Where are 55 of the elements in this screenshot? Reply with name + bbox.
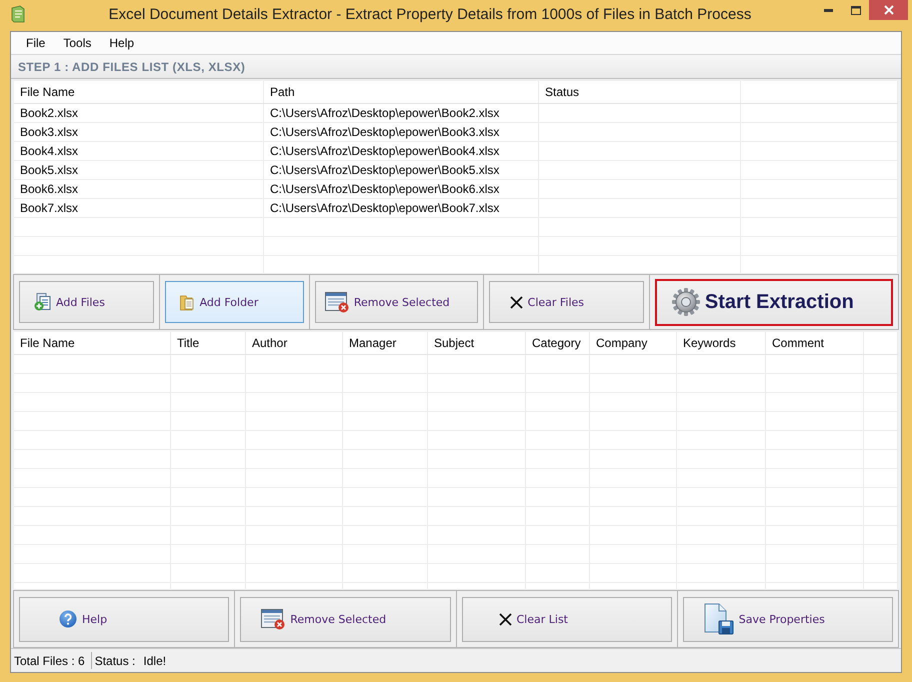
document-icon — [11, 5, 25, 23]
column-header[interactable]: Path — [264, 81, 539, 103]
column-header[interactable]: Company — [590, 332, 677, 354]
table-cell: Book5.xlsx — [14, 161, 264, 179]
status-value: Idle! — [142, 654, 166, 668]
status-label: Status : — [94, 654, 136, 668]
window-title: Excel Document Details Extractor - Extract Property Details from 1000s of Files in Batch Process — [108, 5, 752, 23]
table-cell: C:\Users\Afroz\Desktop\epower\Book7.xlsx — [264, 199, 539, 217]
cross-icon — [510, 296, 523, 308]
column-header[interactable]: Manager — [343, 332, 428, 354]
section-header: STEP 1 : ADD FILES LIST (XLS, XLSX) — [11, 55, 901, 79]
save-properties-button[interactable]: Save Properties — [682, 596, 893, 642]
help-icon — [59, 610, 77, 628]
folder-icon — [180, 294, 195, 310]
total-files-text: Total Files : 6 — [14, 654, 85, 668]
table-cell: Book3.xlsx — [14, 123, 264, 141]
column-header[interactable]: File Name — [14, 332, 171, 354]
column-header[interactable]: Subject — [428, 332, 526, 354]
table-cell: C:\Users\Afroz\Desktop\epower\Book5.xlsx — [264, 161, 539, 179]
table-cell: Book6.xlsx — [14, 180, 264, 198]
table-cell: Book2.xlsx — [14, 104, 264, 122]
table-cell: Book4.xlsx — [14, 142, 264, 160]
column-header[interactable]: Author — [246, 332, 343, 354]
table-cell: C:\Users\Afroz\Desktop\epower\Book2.xlsx — [264, 104, 539, 122]
add-files-button[interactable]: Add Files — [19, 281, 154, 323]
table-cell: C:\Users\Afroz\Desktop\epower\Book6.xlsx — [264, 180, 539, 198]
gear-icon — [672, 288, 700, 316]
clear-button[interactable]: Clear Files — [488, 281, 644, 323]
menu-item[interactable]: File — [18, 34, 54, 52]
window-delete-icon — [324, 291, 349, 313]
document-plus-icon — [34, 293, 51, 311]
window-delete-icon — [261, 608, 286, 630]
column-header[interactable]: Category — [526, 332, 590, 354]
column-header[interactable]: Keywords — [677, 332, 766, 354]
table-cell: C:\Users\Afroz\Desktop\epower\Book4.xlsx — [264, 142, 539, 160]
add-folder-button[interactable]: Add Folder — [164, 281, 304, 323]
close-button[interactable] — [869, 0, 908, 20]
cross-icon — [498, 612, 512, 626]
column-header[interactable]: Status — [539, 81, 741, 103]
menu-item[interactable]: Help — [101, 34, 142, 52]
document-floppy-icon — [704, 603, 734, 635]
column-header[interactable]: File Name — [14, 81, 264, 103]
remove-selected-button[interactable]: Remove Selected — [240, 596, 450, 642]
column-header[interactable]: Title — [171, 332, 246, 354]
clear-button[interactable]: Clear List — [462, 596, 672, 642]
start-extraction-button[interactable]: Start Extraction — [654, 278, 893, 326]
minimize-icon — [824, 8, 833, 12]
column-header[interactable]: Comment — [766, 332, 864, 354]
menu-item[interactable]: Tools — [55, 34, 100, 52]
table-cell: Book7.xlsx — [14, 199, 264, 217]
close-icon — [884, 5, 894, 15]
table-cell: C:\Users\Afroz\Desktop\epower\Book3.xlsx — [264, 123, 539, 141]
help-button[interactable]: Help — [19, 596, 230, 642]
remove-selected-button[interactable]: Remove Selected — [314, 281, 478, 323]
maximize-icon — [850, 6, 860, 14]
